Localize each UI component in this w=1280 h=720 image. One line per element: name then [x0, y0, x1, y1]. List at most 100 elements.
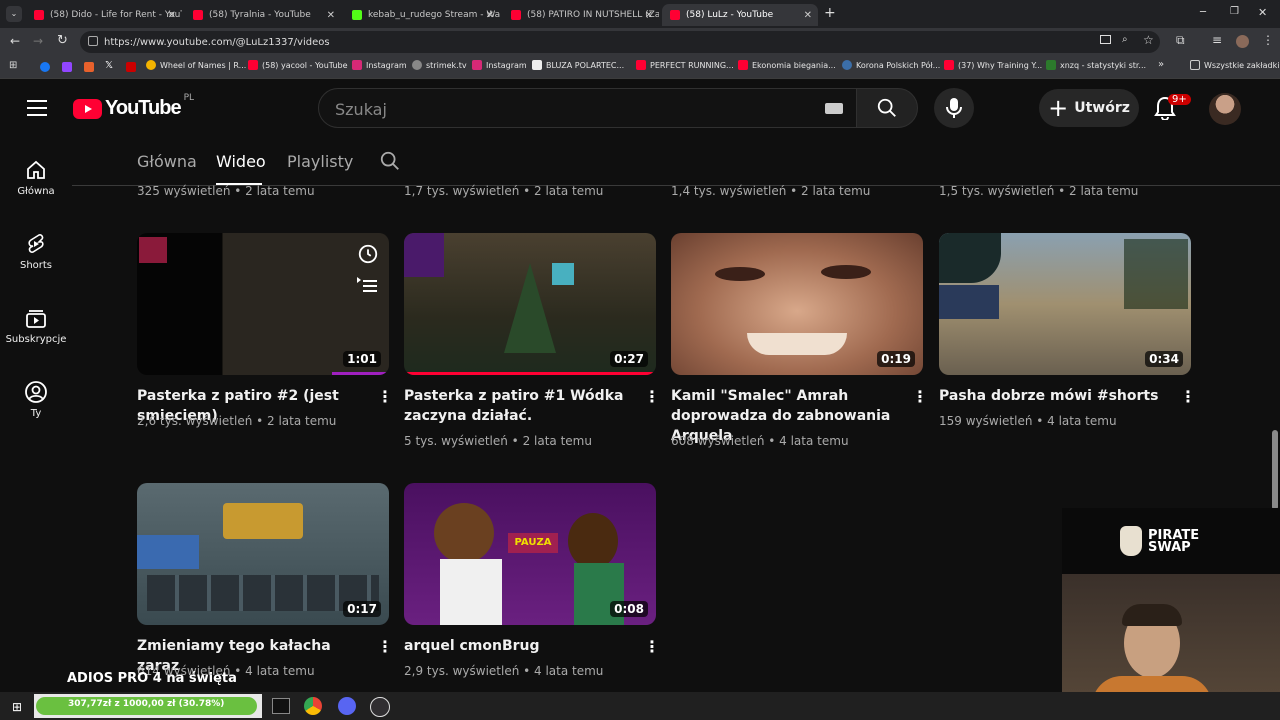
video-title[interactable]: Pasterka z patiro #1 Wódka zaczyna dział…: [404, 386, 629, 426]
youtube-favicon-icon: [636, 60, 646, 70]
sponsor-overlay: PIRATE SWAP: [1062, 508, 1280, 574]
watch-later-icon[interactable]: [357, 243, 379, 265]
close-tab-icon[interactable]: ✕: [804, 10, 812, 21]
notification-badge: 9+: [1168, 94, 1191, 105]
chrome-taskbar-icon[interactable]: [304, 697, 322, 715]
tab-playlists[interactable]: Playlisty: [287, 152, 353, 171]
bookmark-item[interactable]: (37) Why Training Y...: [944, 60, 1042, 70]
kick-favicon-icon: [352, 10, 362, 20]
keyboard-icon[interactable]: [825, 103, 843, 114]
notifications-button[interactable]: 9+: [1154, 94, 1191, 122]
twitch-bookmark-icon[interactable]: [62, 62, 72, 72]
video-title[interactable]: arquel cmonBrug: [404, 636, 629, 656]
video-thumbnail[interactable]: 0:17: [137, 483, 389, 625]
more-actions-icon[interactable]: ⋮: [1180, 389, 1196, 405]
facebook-bookmark-icon[interactable]: [40, 62, 50, 72]
restore-icon[interactable]: ❐: [1230, 6, 1239, 17]
store-icon: [532, 60, 542, 70]
close-window-icon[interactable]: ✕: [1258, 6, 1267, 19]
extensions-icon[interactable]: ⧉: [1176, 33, 1185, 48]
menu-icon[interactable]: [27, 100, 47, 116]
bookmark-item[interactable]: Wheel of Names | R...: [146, 60, 246, 70]
tab-home[interactable]: Główna: [137, 152, 197, 171]
apps-icon[interactable]: ⊞: [9, 60, 17, 71]
bookmark-item[interactable]: (58) yacool - YouTube: [248, 60, 348, 70]
channel-search-icon[interactable]: [379, 150, 401, 176]
bookmark-item[interactable]: PERFECT RUNNING...: [636, 60, 734, 70]
bookmark-item[interactable]: Instagram: [352, 60, 407, 70]
close-tab-icon[interactable]: ✕: [327, 10, 335, 21]
bookmark-item[interactable]: Korona Polskich Pół...: [842, 60, 940, 70]
bookmark-item[interactable]: Ekonomia biegania...: [738, 60, 836, 70]
bookmark-item[interactable]: strimek.tv: [412, 60, 467, 70]
bookmark-icon[interactable]: [126, 62, 136, 72]
forward-icon[interactable]: →: [33, 34, 43, 48]
cast-icon[interactable]: [1100, 35, 1111, 44]
windows-start-icon[interactable]: ⊞: [12, 700, 22, 714]
video-meta: 608 wyświetleń • 4 lata temu: [671, 434, 849, 448]
zoom-icon[interactable]: ⌕: [1122, 34, 1128, 45]
video-thumbnail[interactable]: 0:19: [671, 233, 923, 375]
more-actions-icon[interactable]: ⋮: [912, 389, 928, 405]
search-button[interactable]: [856, 88, 918, 128]
bookmark-item[interactable]: BLUZA POLARTEC...: [532, 60, 624, 70]
tab-search-button[interactable]: ⌄: [6, 6, 22, 22]
bookmark-star-icon[interactable]: ☆: [1143, 33, 1154, 47]
close-tab-icon[interactable]: ✕: [486, 10, 494, 21]
create-button[interactable]: + Utwórz: [1039, 89, 1139, 127]
video-title[interactable]: Pasha dobrze mówi #shorts: [939, 386, 1164, 406]
terminal-taskbar-icon[interactable]: [272, 698, 290, 714]
more-actions-icon[interactable]: ⋮: [377, 639, 393, 655]
pirate-swap-logo-icon: [1120, 526, 1142, 556]
close-tab-icon[interactable]: ✕: [168, 10, 176, 21]
obs-taskbar-icon[interactable]: [370, 697, 390, 717]
tab-videos[interactable]: Wideo: [216, 152, 266, 171]
browser-tab[interactable]: (58) Tyralnia - YouTube ✕: [185, 4, 341, 26]
duration-badge: 0:34: [1145, 351, 1183, 367]
close-tab-icon[interactable]: ✕: [645, 10, 653, 21]
new-tab-button[interactable]: +: [824, 5, 836, 21]
sidebar-item-shorts[interactable]: Shorts: [0, 232, 72, 271]
bookmark-icon[interactable]: [84, 62, 94, 72]
search-box: [318, 88, 870, 129]
video-thumbnail[interactable]: PAUZA 0:08: [404, 483, 656, 625]
stream-goal-title: ADIOS PRO 4 na święta: [67, 671, 237, 686]
browser-tab[interactable]: kebab_u_rudego Stream - Wat ✕: [344, 4, 500, 26]
voice-search-button[interactable]: [934, 88, 974, 128]
browser-tab[interactable]: (58) Dido - Life for Rent - YouTu ✕: [26, 4, 182, 26]
stats-icon: [1046, 60, 1056, 70]
video-thumbnail[interactable]: 1:01: [137, 233, 389, 375]
more-actions-icon[interactable]: ⋮: [644, 639, 660, 655]
sidebar-item-you[interactable]: Ty: [0, 380, 72, 419]
back-icon[interactable]: ←: [10, 34, 20, 48]
x-bookmark-icon[interactable]: 𝕏: [105, 60, 113, 71]
discord-taskbar-icon[interactable]: [338, 697, 356, 715]
more-actions-icon[interactable]: ⋮: [644, 389, 660, 405]
profile-avatar-icon[interactable]: [1236, 35, 1249, 48]
avatar[interactable]: [1209, 93, 1241, 125]
scrollbar-thumb[interactable]: [1272, 430, 1278, 510]
video-thumbnail[interactable]: 0:34: [939, 233, 1191, 375]
video-meta: 2,6 tys. wyświetleń • 2 lata temu: [137, 414, 337, 428]
reload-icon[interactable]: ↻: [57, 33, 68, 48]
browser-tab-active[interactable]: (58) LuLz - YouTube ✕: [662, 4, 818, 26]
bookmark-item[interactable]: xnzq - statystyki str...: [1046, 60, 1146, 70]
video-meta: 325 wyświetleń • 2 lata temu: [137, 184, 315, 198]
sidebar-item-home[interactable]: Główna: [0, 158, 72, 197]
add-to-queue-icon[interactable]: [357, 275, 379, 295]
browser-tab[interactable]: (58) PATIRO IN NUTSHELL (Za c ✕: [503, 4, 659, 26]
url-text: https://www.youtube.com/@LuLz1337/videos: [104, 36, 330, 48]
sidebar-item-subscriptions[interactable]: Subskrypcje: [0, 306, 72, 345]
browser-menu-icon[interactable]: ⋮: [1262, 33, 1274, 47]
more-actions-icon[interactable]: ⋮: [377, 389, 393, 405]
all-bookmarks-folder[interactable]: Wszystkie zakładki: [1190, 60, 1279, 70]
minimize-icon[interactable]: ─: [1200, 7, 1206, 18]
youtube-logo[interactable]: YouTube PL: [73, 93, 194, 120]
media-controls-icon[interactable]: ≡: [1212, 33, 1222, 47]
site-info-icon[interactable]: [88, 36, 98, 46]
more-bookmarks-icon[interactable]: »: [1158, 59, 1164, 70]
search-input[interactable]: [319, 89, 817, 129]
address-bar[interactable]: https://www.youtube.com/@LuLz1337/videos: [80, 31, 1160, 53]
bookmark-item[interactable]: Instagram: [472, 60, 527, 70]
video-thumbnail[interactable]: 0:27: [404, 233, 656, 375]
